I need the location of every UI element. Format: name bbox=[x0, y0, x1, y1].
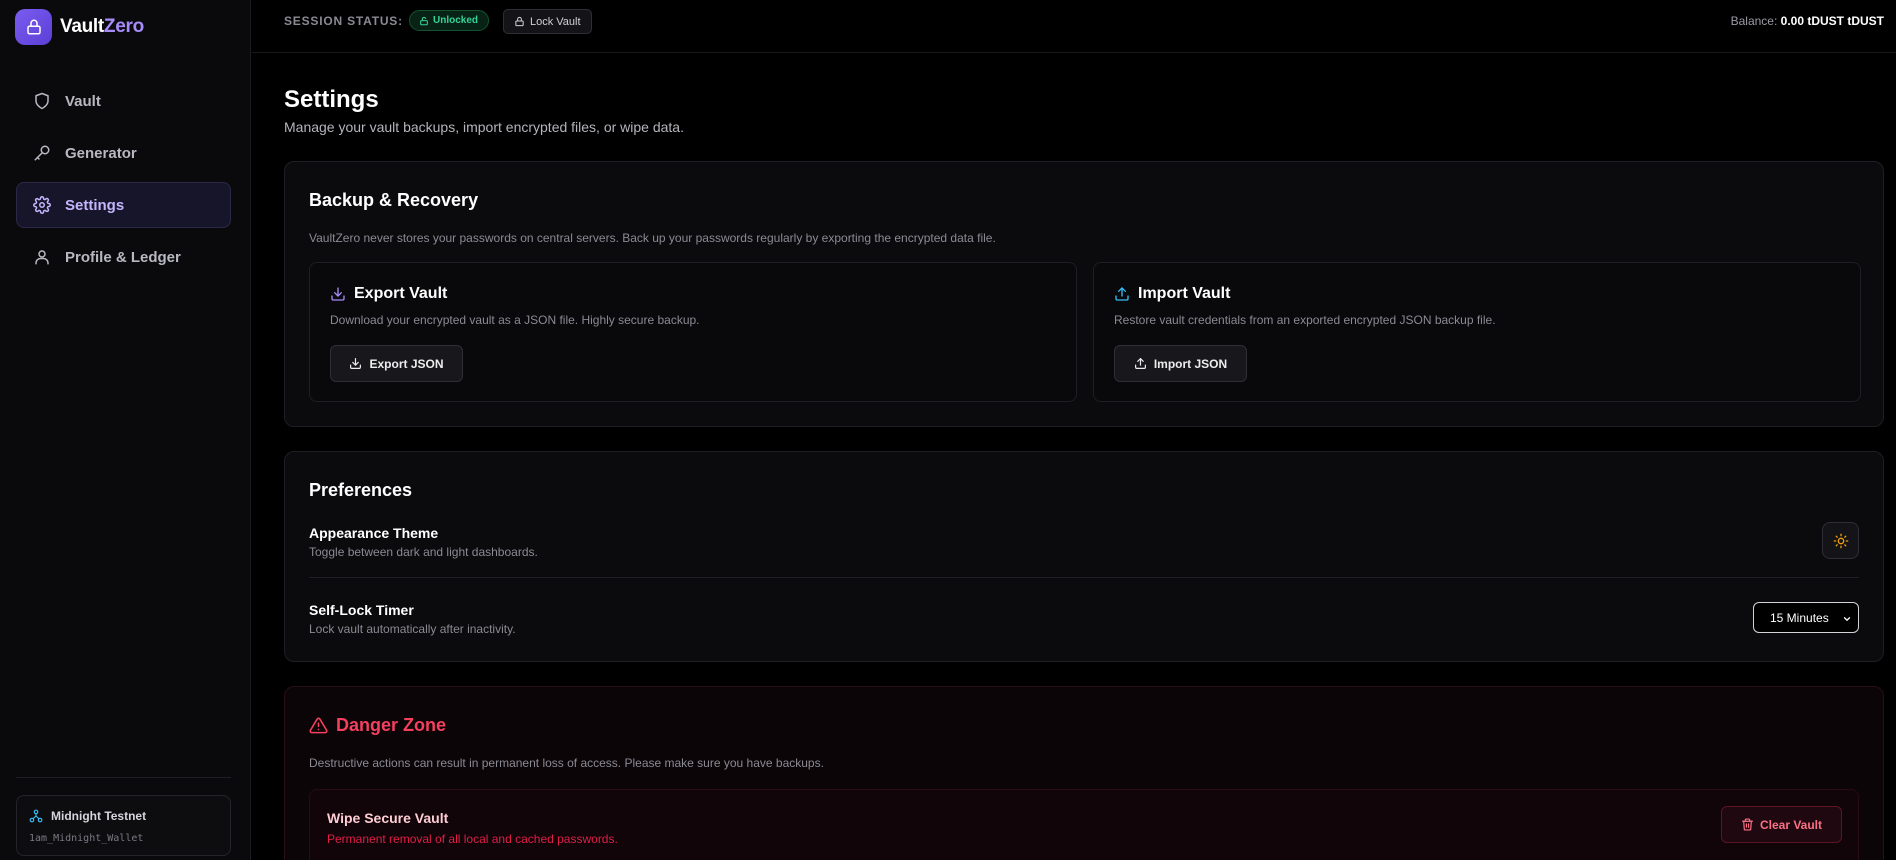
brand-name: VaultZero bbox=[60, 16, 144, 38]
import-json-button[interactable]: Import JSON bbox=[1114, 345, 1247, 382]
danger-zone-header: Danger Zone bbox=[309, 715, 446, 736]
self-lock-timer-description: Lock vault automatically after inactivit… bbox=[309, 622, 516, 636]
gear-icon bbox=[33, 196, 51, 214]
balance: Balance: 0.00 tDUST tDUST bbox=[1731, 14, 1884, 28]
wipe-vault-description: Permanent removal of all local and cache… bbox=[327, 832, 618, 846]
sidebar-item-label: Generator bbox=[65, 144, 137, 162]
theme-label: Appearance Theme bbox=[309, 525, 439, 541]
sidebar-item-generator[interactable]: Generator bbox=[16, 130, 231, 176]
page-title: Settings bbox=[284, 86, 379, 113]
backup-recovery-card: Backup & Recovery VaultZero never stores… bbox=[284, 161, 1884, 427]
shield-icon bbox=[35, 92, 49, 110]
sidebar-divider bbox=[16, 777, 231, 778]
brand-name-part: Vault bbox=[60, 16, 104, 37]
sidebar-item-profile-ledger[interactable]: Profile & Ledger bbox=[16, 234, 231, 280]
status-badge: Unlocked bbox=[409, 10, 490, 31]
wipe-vault-box: Wipe Secure Vault Permanent removal of a… bbox=[309, 789, 1859, 860]
theme-toggle-button[interactable] bbox=[1822, 522, 1859, 559]
network-card[interactable]: Midnight Testnet 1am_Midnight_Wallet bbox=[16, 795, 231, 856]
preferences-divider bbox=[309, 577, 1859, 578]
export-vault-description: Download your encrypted vault as a JSON … bbox=[330, 313, 700, 327]
network-name: Midnight Testnet bbox=[51, 809, 147, 823]
backup-title: Backup & Recovery bbox=[309, 190, 479, 210]
preferences-title: Preferences bbox=[309, 480, 413, 500]
wipe-vault-title: Wipe Secure Vault bbox=[327, 810, 449, 826]
status-badge-label: Unlocked bbox=[433, 15, 479, 26]
sidebar-item-label: Vault bbox=[65, 92, 101, 110]
upload-icon bbox=[1115, 287, 1129, 301]
import-json-label: Import JSON bbox=[1153, 356, 1228, 371]
danger-zone-card: Danger Zone Destructive actions can resu… bbox=[284, 686, 1884, 860]
self-lock-timer-label: Self-Lock Timer bbox=[309, 602, 414, 618]
chevron-down-icon bbox=[1843, 617, 1851, 621]
import-vault-card: Import Vault Restore vault credentials f… bbox=[1093, 262, 1861, 402]
session-status-label: SESSION STATUS: bbox=[284, 14, 403, 28]
sidebar-item-settings[interactable]: Settings bbox=[16, 182, 231, 228]
danger-zone-title: Danger Zone bbox=[336, 715, 447, 735]
self-lock-timer-value: 15 Minutes bbox=[1770, 610, 1829, 625]
clear-vault-label: Clear Vault bbox=[1759, 817, 1823, 832]
balance-label: Balance: bbox=[1730, 14, 1778, 28]
import-vault-header: Import Vault bbox=[1114, 285, 1230, 303]
export-vault-title: Export Vault bbox=[354, 285, 448, 302]
warning-icon bbox=[309, 717, 328, 734]
sun-icon bbox=[1833, 533, 1848, 548]
export-json-button[interactable]: Export JSON bbox=[330, 345, 463, 382]
export-json-label: Export JSON bbox=[369, 356, 444, 371]
network-row: Midnight Testnet bbox=[29, 809, 146, 823]
sidebar-item-label: Profile & Ledger bbox=[65, 248, 181, 266]
lock-vault-label: Lock Vault bbox=[530, 15, 581, 28]
user-icon bbox=[35, 250, 49, 265]
balance-value: 0.00 tDUST tDUST bbox=[1780, 14, 1884, 28]
export-vault-header: Export Vault bbox=[330, 285, 447, 303]
preferences-card: Preferences Appearance Theme Toggle betw… bbox=[284, 451, 1884, 662]
clear-vault-button[interactable]: Clear Vault bbox=[1721, 806, 1842, 843]
download-icon bbox=[350, 358, 362, 369]
theme-description: Toggle between dark and light dashboards… bbox=[309, 545, 538, 559]
trash-icon bbox=[1742, 818, 1753, 831]
brand-name-accent: Zero bbox=[103, 16, 144, 37]
lock-vault-button[interactable]: Lock Vault bbox=[503, 9, 592, 34]
key-icon bbox=[34, 145, 50, 161]
import-vault-title: Import Vault bbox=[1138, 285, 1231, 302]
sidebar-item-label: Settings bbox=[65, 196, 125, 214]
self-lock-timer-select[interactable]: 15 Minutes bbox=[1753, 602, 1859, 633]
export-vault-card: Export Vault Download your encrypted vau… bbox=[309, 262, 1077, 402]
backup-description: VaultZero never stores your passwords on… bbox=[309, 231, 996, 245]
import-vault-description: Restore vault credentials from an export… bbox=[1114, 313, 1496, 327]
download-icon bbox=[331, 287, 345, 301]
danger-zone-description: Destructive actions can result in perman… bbox=[309, 756, 824, 770]
brand[interactable]: VaultZero bbox=[15, 9, 144, 45]
sidebar-nav: Vault Generator Settings Profile & Ledge… bbox=[16, 78, 231, 286]
wallet-address: 1am_Midnight_Wallet bbox=[29, 833, 144, 844]
network-icon bbox=[29, 809, 43, 823]
lock-icon bbox=[15, 9, 52, 45]
sidebar-item-vault[interactable]: Vault bbox=[16, 78, 231, 124]
upload-icon bbox=[1134, 358, 1146, 369]
sidebar: VaultZero Vault Generator Settings Profi… bbox=[0, 0, 251, 860]
unlock-icon bbox=[420, 16, 428, 25]
lock-icon bbox=[515, 16, 524, 27]
page-subtitle: Manage your vault backups, import encryp… bbox=[284, 119, 684, 135]
top-bar: SESSION STATUS: Unlocked Lock Vault Bala… bbox=[252, 0, 1896, 53]
